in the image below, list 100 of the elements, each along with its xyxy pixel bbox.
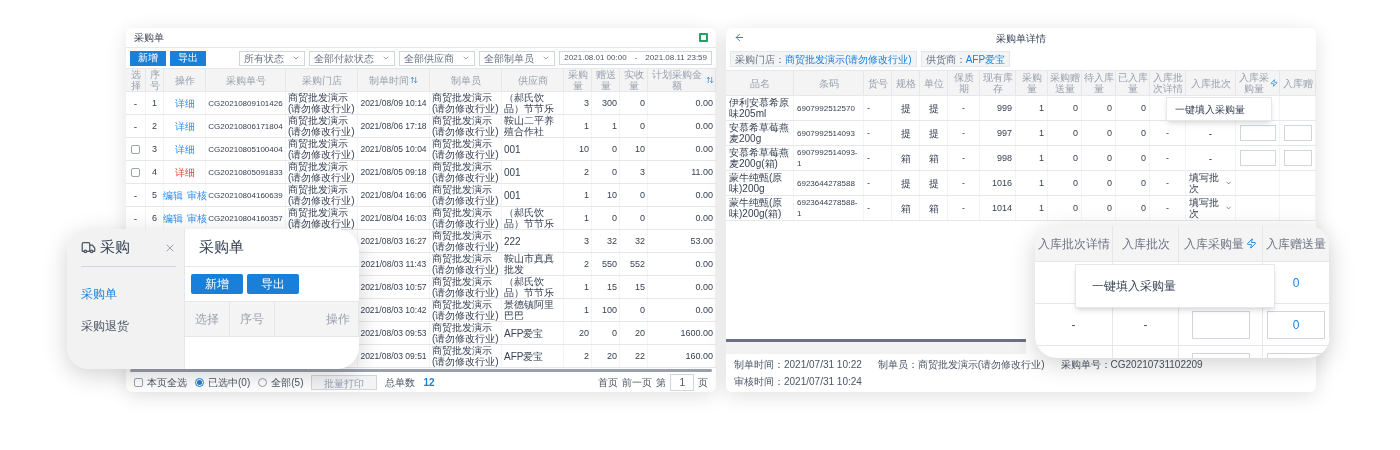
column-header: 采购赠送量 xyxy=(1049,72,1080,94)
table-cell: 商贸批发演示(请勿修改行业) xyxy=(430,92,502,114)
caret-icon xyxy=(462,54,471,62)
filter-dropdown[interactable]: 全部供应商 xyxy=(399,50,476,66)
table-cell: 伊利安慕希原味205ml xyxy=(726,96,794,120)
lightning-icon[interactable] xyxy=(1246,238,1257,249)
column-header: 入库批次 xyxy=(1190,77,1231,89)
dropdown-menu[interactable]: 一键填入采购量 xyxy=(1075,264,1275,308)
table-cell: 提 xyxy=(920,96,948,120)
table-cell: 0.00 xyxy=(648,184,716,206)
sort-icon[interactable] xyxy=(410,76,418,84)
action-link[interactable]: 详细 xyxy=(174,95,195,111)
quantity-field[interactable] xyxy=(1239,150,1276,166)
table-cell: 商贸批发演示(请勿修改行业) xyxy=(430,115,502,137)
radio-label: 已选中(0) xyxy=(208,375,251,390)
spreadsheet-icon[interactable] xyxy=(699,33,708,42)
table-cell: 商贸批发演示(请勿修改行业) xyxy=(286,92,358,114)
table-cell: 2021/08/04 16:03 xyxy=(358,207,430,229)
dropdown-menu[interactable]: 一键填入采购量 xyxy=(1166,97,1272,121)
column-header: 实收量 xyxy=(622,69,645,91)
table-cell: 0 xyxy=(620,299,648,321)
table-cell: 0 xyxy=(1082,146,1116,170)
table-cell: 1 xyxy=(564,115,592,137)
action-link[interactable]: 审核 xyxy=(186,210,207,226)
table-cell: 6923644278588 xyxy=(794,171,864,195)
first-page-link[interactable]: 首页 xyxy=(598,374,619,390)
toolbar-button[interactable]: 导出 xyxy=(247,274,299,294)
scrollbar[interactable] xyxy=(130,369,712,372)
filter-dropdown[interactable]: 所有状态 xyxy=(239,50,306,66)
table-cell: 300 xyxy=(592,92,620,114)
column-header: 入库批次 xyxy=(1121,235,1170,253)
column-header: 入库批次详情 xyxy=(1037,235,1110,253)
filter-dropdown[interactable]: 全部制单员 xyxy=(479,50,556,66)
table-cell: 安慕希草莓燕麦200g xyxy=(726,121,794,145)
batch-dropdown[interactable]: 填写批次 xyxy=(1189,172,1232,194)
column-header: 选择 xyxy=(129,69,142,91)
table-cell: 安慕希草莓燕麦200g(箱) xyxy=(726,146,794,170)
quantity-field[interactable] xyxy=(1283,150,1312,166)
table-cell: 1 xyxy=(146,92,164,114)
column-header: 入库赠 xyxy=(1282,77,1313,89)
table-cell: 箱 xyxy=(920,196,948,220)
table-cell: 商贸批发演示(请勿修改行业) xyxy=(286,184,358,206)
table-cell: 0 xyxy=(1048,121,1082,145)
sort-icon[interactable] xyxy=(706,76,714,84)
action-link[interactable]: 详细 xyxy=(174,141,195,157)
table-cell: 552 xyxy=(620,253,648,275)
column-header: 制单员 xyxy=(450,74,481,86)
page-field[interactable]: 1 xyxy=(670,373,694,391)
sidebar-item[interactable]: 采购单 xyxy=(81,285,176,303)
table-cell: 4 xyxy=(146,161,164,183)
table-cell: 商贸批发演示(请勿修改行业) xyxy=(430,299,502,321)
table-cell: CG20210809101426 xyxy=(206,92,286,114)
table-cell: 0.00 xyxy=(648,92,716,114)
table-cell: 0 xyxy=(1082,121,1116,145)
table-cell: 0 xyxy=(592,138,620,160)
table-cell: 001 xyxy=(502,161,564,183)
quantity-field[interactable] xyxy=(1283,125,1312,141)
action-link[interactable]: 编辑 xyxy=(162,187,183,203)
lightning-icon[interactable] xyxy=(1270,79,1278,87)
row-checkbox[interactable] xyxy=(131,144,140,154)
table-cell: 550 xyxy=(592,253,620,275)
table-cell: 商贸批发演示(请勿修改行业) xyxy=(286,138,358,160)
sidebar-item[interactable]: 采购退货 xyxy=(81,317,176,335)
action-link[interactable]: 详细 xyxy=(174,118,195,134)
column-header: 品名 xyxy=(749,77,770,89)
table-cell: CG20210805091833 xyxy=(206,161,286,183)
quantity-field[interactable] xyxy=(1239,125,1276,141)
toolbar-button[interactable]: 导出 xyxy=(170,50,206,66)
table-cell: 0 xyxy=(1048,146,1082,170)
row-checkbox[interactable] xyxy=(131,167,140,177)
scrollbar[interactable] xyxy=(726,339,1026,342)
table-cell-text: - xyxy=(133,211,138,226)
table-cell: 提 xyxy=(920,121,948,145)
table-cell: - xyxy=(864,171,892,195)
quantity-field[interactable] xyxy=(1191,310,1250,339)
back-arrow-icon[interactable] xyxy=(734,32,745,43)
checkbox[interactable] xyxy=(134,377,143,387)
table-cell: 箱 xyxy=(892,146,920,170)
filter-dropdown[interactable]: 全部付款状态 xyxy=(309,50,396,66)
page-label: 第 xyxy=(656,375,667,390)
action-link[interactable]: 详细 xyxy=(174,164,195,180)
table-cell: 11.00 xyxy=(648,161,716,183)
toolbar-button[interactable]: 新增 xyxy=(130,50,166,66)
toolbar-button[interactable]: 新增 xyxy=(191,274,243,294)
quantity-field[interactable]: 0 xyxy=(1267,310,1325,339)
action-link[interactable]: 编辑 xyxy=(162,210,183,226)
column-header: 货号 xyxy=(867,77,888,89)
table-cell: 箱 xyxy=(920,146,948,170)
table-cell: AFP爱宝 xyxy=(502,322,564,344)
table-cell: 3 xyxy=(564,230,592,252)
date-range-field[interactable]: 2021.08.01 00:00 - 2021.08.11 23:59 xyxy=(559,51,712,65)
table-cell: 1 xyxy=(1016,121,1048,145)
previous-page-link[interactable]: 前一页 xyxy=(622,374,653,390)
batch-dropdown[interactable]: 填写批次 xyxy=(1189,197,1232,219)
column-header: 保质期 xyxy=(952,72,975,94)
action-link[interactable]: 审核 xyxy=(186,187,207,203)
table-cell: 0 xyxy=(1116,196,1150,220)
table-cell: 商贸批发演示(请勿修改行业) xyxy=(430,253,502,275)
column-header: 制单时间 xyxy=(369,74,409,86)
table-cell: 0 xyxy=(1116,96,1150,120)
